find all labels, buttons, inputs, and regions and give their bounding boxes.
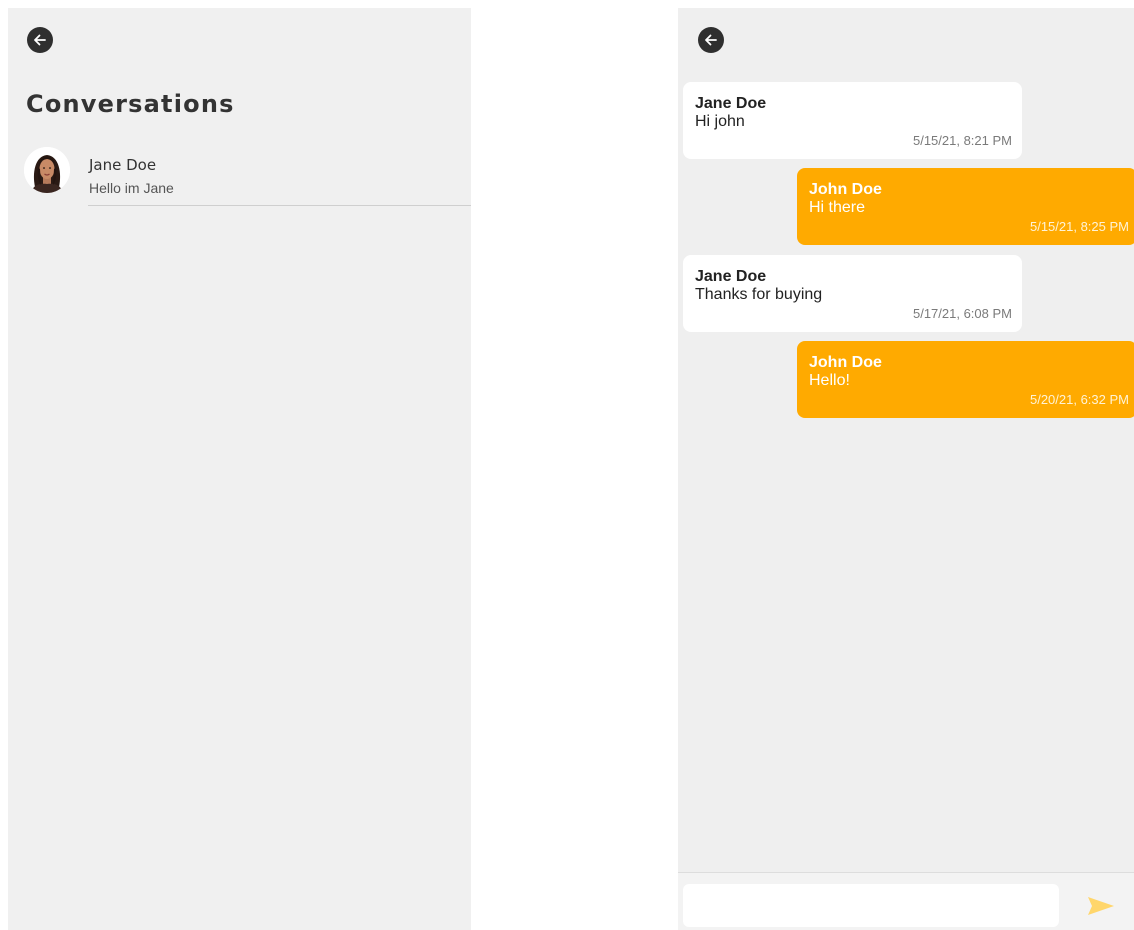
message-sender: Jane Doe [695, 268, 767, 285]
message-bubble-incoming: Jane Doe Thanks for buying 5/17/21, 6:08… [683, 255, 1022, 332]
conversations-panel: Conversations Jane Doe Hello im Jane [8, 8, 471, 930]
message-timestamp: 5/17/21, 6:08 PM [912, 306, 1012, 321]
message-text: Hi there [809, 199, 866, 216]
divider [88, 205, 471, 206]
message-text: Hi john [695, 113, 745, 130]
conversation-name: Jane Doe [89, 156, 157, 174]
message-sender: John Doe [809, 181, 882, 198]
back-button[interactable] [698, 27, 724, 53]
message-bubble-incoming: Jane Doe Hi john 5/15/21, 8:21 PM [683, 82, 1022, 159]
avatar-photo [24, 147, 70, 193]
message-timestamp: 5/15/21, 8:21 PM [912, 133, 1012, 148]
conversation-item[interactable]: Jane Doe Hello im Jane [8, 142, 471, 206]
send-button[interactable] [1086, 895, 1116, 917]
message-timestamp: 5/15/21, 8:25 PM [1029, 219, 1129, 234]
conversation-preview: Hello im Jane [89, 180, 174, 196]
message-sender: John Doe [809, 354, 882, 371]
message-timestamp: 5/20/21, 6:32 PM [1029, 392, 1129, 407]
message-bubble-outgoing: John Doe Hi there 5/15/21, 8:25 PM [797, 168, 1134, 245]
message-text: Hello! [809, 372, 850, 389]
message-bubble-outgoing: John Doe Hello! 5/20/21, 6:32 PM [797, 341, 1134, 418]
message-input[interactable] [683, 884, 1059, 927]
avatar [24, 147, 70, 193]
back-button[interactable] [27, 27, 53, 53]
arrow-left-icon [34, 34, 46, 46]
message-sender: Jane Doe [695, 95, 767, 112]
arrow-left-icon [705, 34, 717, 46]
page-title: Conversations [26, 90, 235, 118]
chat-panel: Jane Doe Hi john 5/15/21, 8:21 PM John D… [678, 8, 1134, 930]
send-icon [1088, 897, 1114, 915]
message-text: Thanks for buying [695, 286, 823, 303]
message-composer [678, 872, 1134, 930]
